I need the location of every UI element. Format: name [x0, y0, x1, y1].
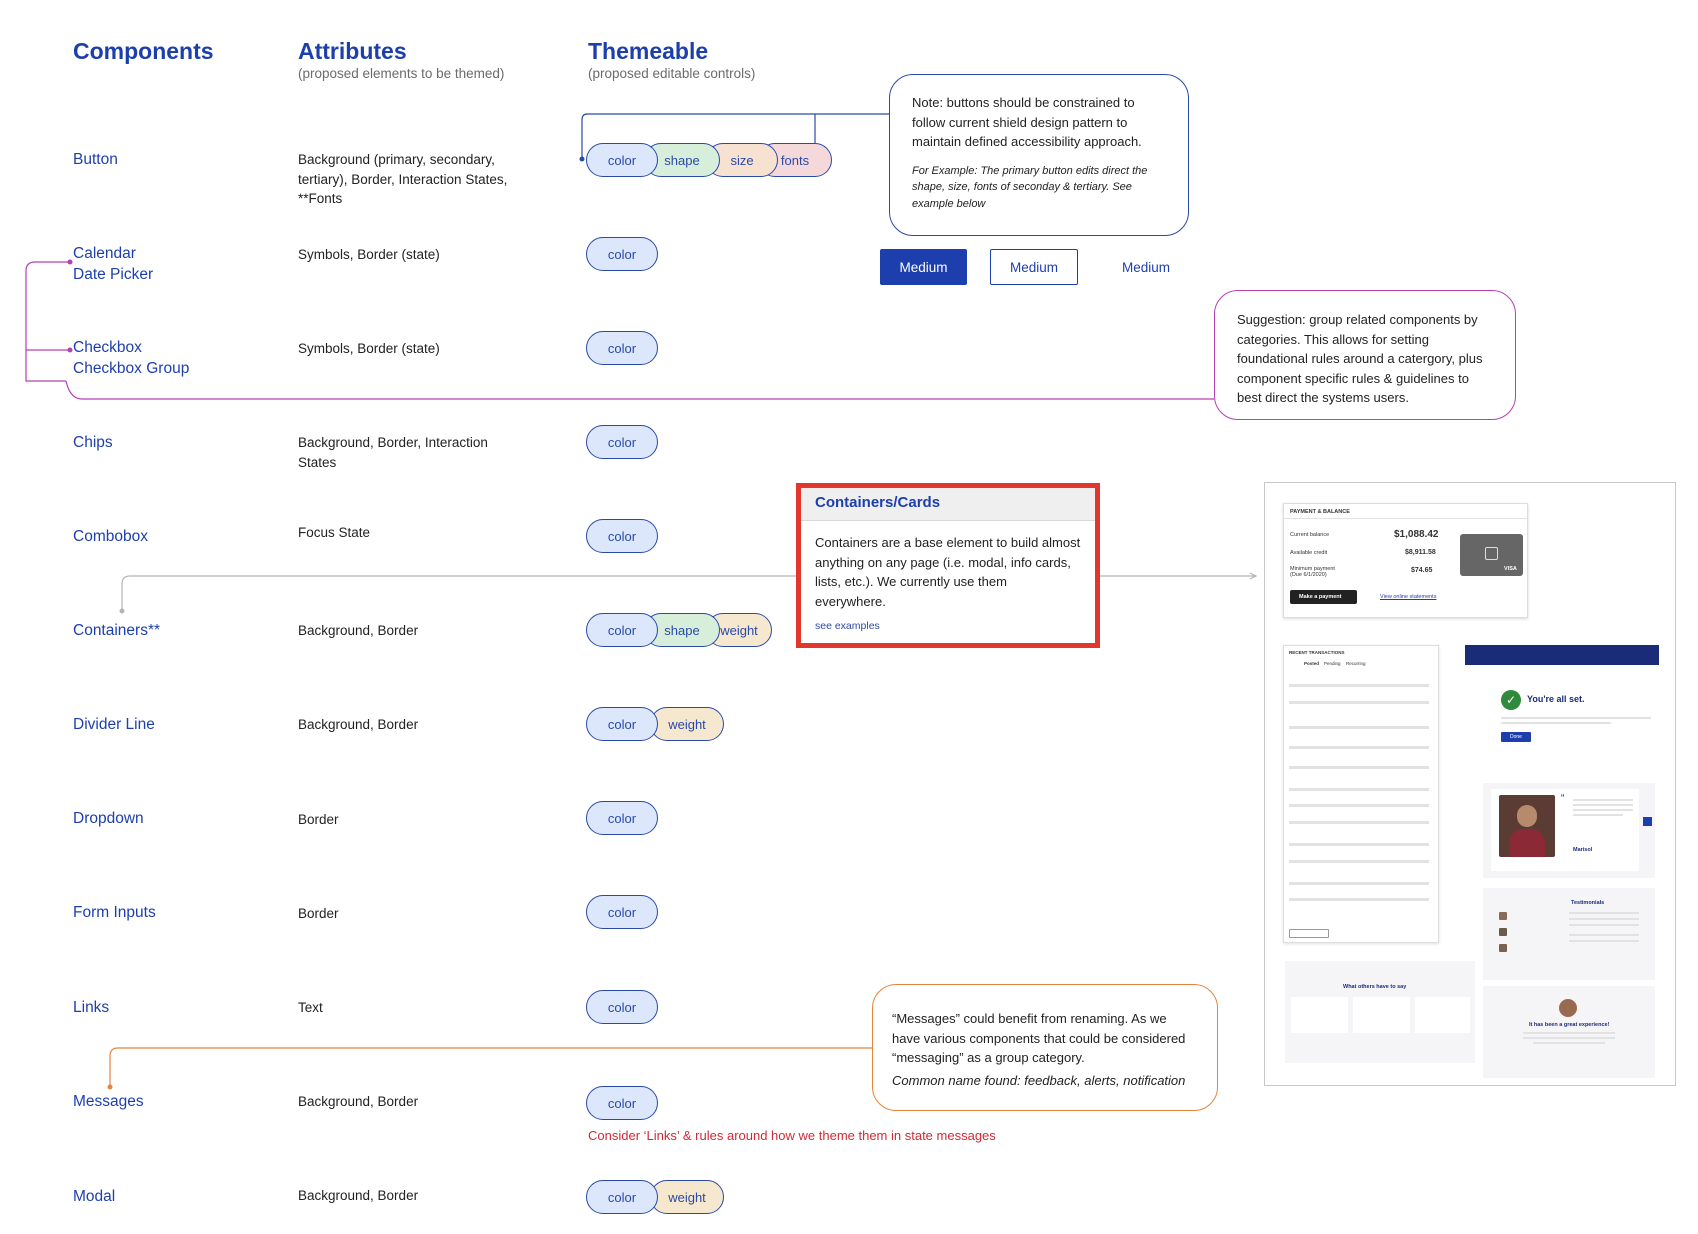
minimum-payment-value: $74.65 [1411, 567, 1433, 574]
payment-card: PAYMENT & BALANCE Current balance $1,088… [1283, 503, 1528, 618]
component-form-inputs: Form Inputs [73, 904, 156, 921]
component-combobox: Combobox [73, 528, 148, 545]
testimonials-heading: Testimonials [1571, 900, 1605, 906]
attributes-messages: Background, Border [298, 1094, 419, 1109]
component-containers: Containers** [73, 622, 161, 639]
pill-color: color [586, 1180, 658, 1214]
messages-note: “Messages” could benefit from renaming. … [872, 984, 1218, 1111]
pill-color: color [586, 707, 658, 741]
transactions-card: RECENT TRANSACTIONS Posted Pending Recur… [1283, 645, 1439, 943]
quote-card: “ Marisol [1483, 783, 1655, 878]
what-others-card: What others have to say [1285, 961, 1475, 1063]
secondary-medium-button[interactable]: Medium [990, 249, 1078, 285]
pill-color: color [586, 143, 658, 177]
open-quote-icon: “ [1561, 793, 1565, 804]
card-brand: VISA [1504, 566, 1517, 572]
tertiary-medium-button[interactable]: Medium [1102, 249, 1190, 285]
person-photo [1499, 795, 1555, 857]
attributes-containers: Background, Border [298, 623, 419, 638]
credit-card-image: VISA [1460, 534, 1523, 576]
component-modal: Modal [73, 1188, 116, 1205]
component-chips: Chips [73, 434, 113, 451]
pill-color: color [586, 801, 658, 835]
containers-card-body: Containers are a base element to build a… [815, 535, 1081, 609]
buttons-note: Note: buttons should be constrained to f… [889, 74, 1189, 236]
reviewer-avatar [1559, 999, 1577, 1017]
attributes-modal: Background, Border [298, 1188, 419, 1203]
messages-note-common: Common name found: feedback, alerts, not… [892, 1072, 1186, 1088]
tab-posted[interactable]: Posted [1304, 661, 1319, 666]
attributes-calendar: Symbols, Border (state) [298, 247, 440, 262]
pill-color: color [586, 331, 658, 365]
view-statements-link[interactable]: View online statements [1380, 594, 1436, 600]
current-balance-value: $1,088.42 [1394, 529, 1439, 540]
component-checkbox-group: Checkbox Checkbox Group [73, 339, 190, 377]
all-set-heading: You're all set. [1527, 694, 1585, 704]
containers-card-title: Containers/Cards [801, 488, 1095, 521]
pill-color: color [586, 519, 658, 553]
experience-card: It has been a great experience! [1483, 986, 1655, 1078]
pill-color: color [586, 990, 658, 1024]
pill-color: color [586, 1086, 658, 1120]
pill-color: color [586, 237, 658, 271]
suggestion-note-text: Suggestion: group related components by … [1237, 312, 1483, 405]
containers-card: Containers/Cards Containers are a base e… [796, 483, 1100, 648]
attributes-combobox: Focus State [298, 525, 371, 540]
attributes-form-inputs: Border [298, 906, 339, 921]
tab-pending[interactable]: Pending [1324, 661, 1341, 666]
component-divider-line: Divider Line [73, 716, 155, 733]
component-dropdown: Dropdown [73, 810, 144, 827]
what-others-heading: What others have to say [1343, 984, 1407, 990]
person-name: Marisol [1573, 847, 1593, 853]
container-examples-panel: PAYMENT & BALANCE Current balance $1,088… [1264, 482, 1676, 1086]
pill-color: color [586, 895, 658, 929]
card-chip-icon [1485, 547, 1498, 560]
success-card: ✓ You're all set. Done [1465, 645, 1659, 775]
component-messages: Messages [73, 1093, 144, 1110]
attributes-links: Text [298, 1000, 323, 1015]
component-calendar-date-picker: Calendar Date Picker [73, 245, 154, 283]
attributes-chips: Background, Border, Interaction States [298, 435, 488, 470]
done-button[interactable]: Done [1501, 732, 1531, 742]
attributes-dropdown: Border [298, 812, 339, 827]
buttons-note-example: For Example: The primary button edits di… [912, 164, 1148, 210]
pill-weight: weight [650, 1180, 724, 1214]
more-transactions-button[interactable] [1289, 929, 1329, 938]
attributes-checkbox: Symbols, Border (state) [298, 341, 440, 356]
check-icon: ✓ [1501, 690, 1521, 710]
minimum-payment-due: (Due 6/1/2020) [1290, 572, 1327, 578]
pill-weight: weight [650, 707, 724, 741]
attributes-button: Background (primary, secondary, tertiary… [298, 152, 508, 206]
transactions-title: RECENT TRANSACTIONS [1289, 650, 1345, 655]
payment-card-title: PAYMENT & BALANCE [1290, 509, 1350, 515]
pill-color: color [586, 613, 658, 647]
next-arrow-button[interactable] [1643, 817, 1652, 826]
see-examples-link[interactable]: see examples [815, 617, 1081, 637]
tab-recurring[interactable]: Recurring [1346, 661, 1366, 666]
done-label: Done [1510, 734, 1522, 740]
suggestion-note: Suggestion: group related components by … [1214, 290, 1516, 420]
current-balance-label: Current balance [1290, 532, 1330, 538]
pill-color: color [586, 425, 658, 459]
component-button: Button [73, 151, 118, 168]
testimonials-card: Testimonials [1483, 888, 1655, 980]
attributes-divider-line: Background, Border [298, 717, 419, 732]
messages-note-text: “Messages” could benefit from renaming. … [892, 1011, 1186, 1065]
primary-medium-button[interactable]: Medium [880, 249, 967, 285]
available-credit-label: Available credit [1290, 550, 1328, 556]
make-payment-button[interactable]: Make a payment [1290, 590, 1357, 604]
links-warning: Consider ‘Links’ & rules around how we t… [588, 1128, 996, 1143]
component-links: Links [73, 999, 110, 1016]
buttons-note-text: Note: buttons should be constrained to f… [912, 95, 1142, 149]
make-payment-label: Make a payment [1299, 594, 1342, 600]
available-credit-value: $8,911.58 [1405, 549, 1436, 556]
experience-heading: It has been a great experience! [1529, 1022, 1610, 1028]
